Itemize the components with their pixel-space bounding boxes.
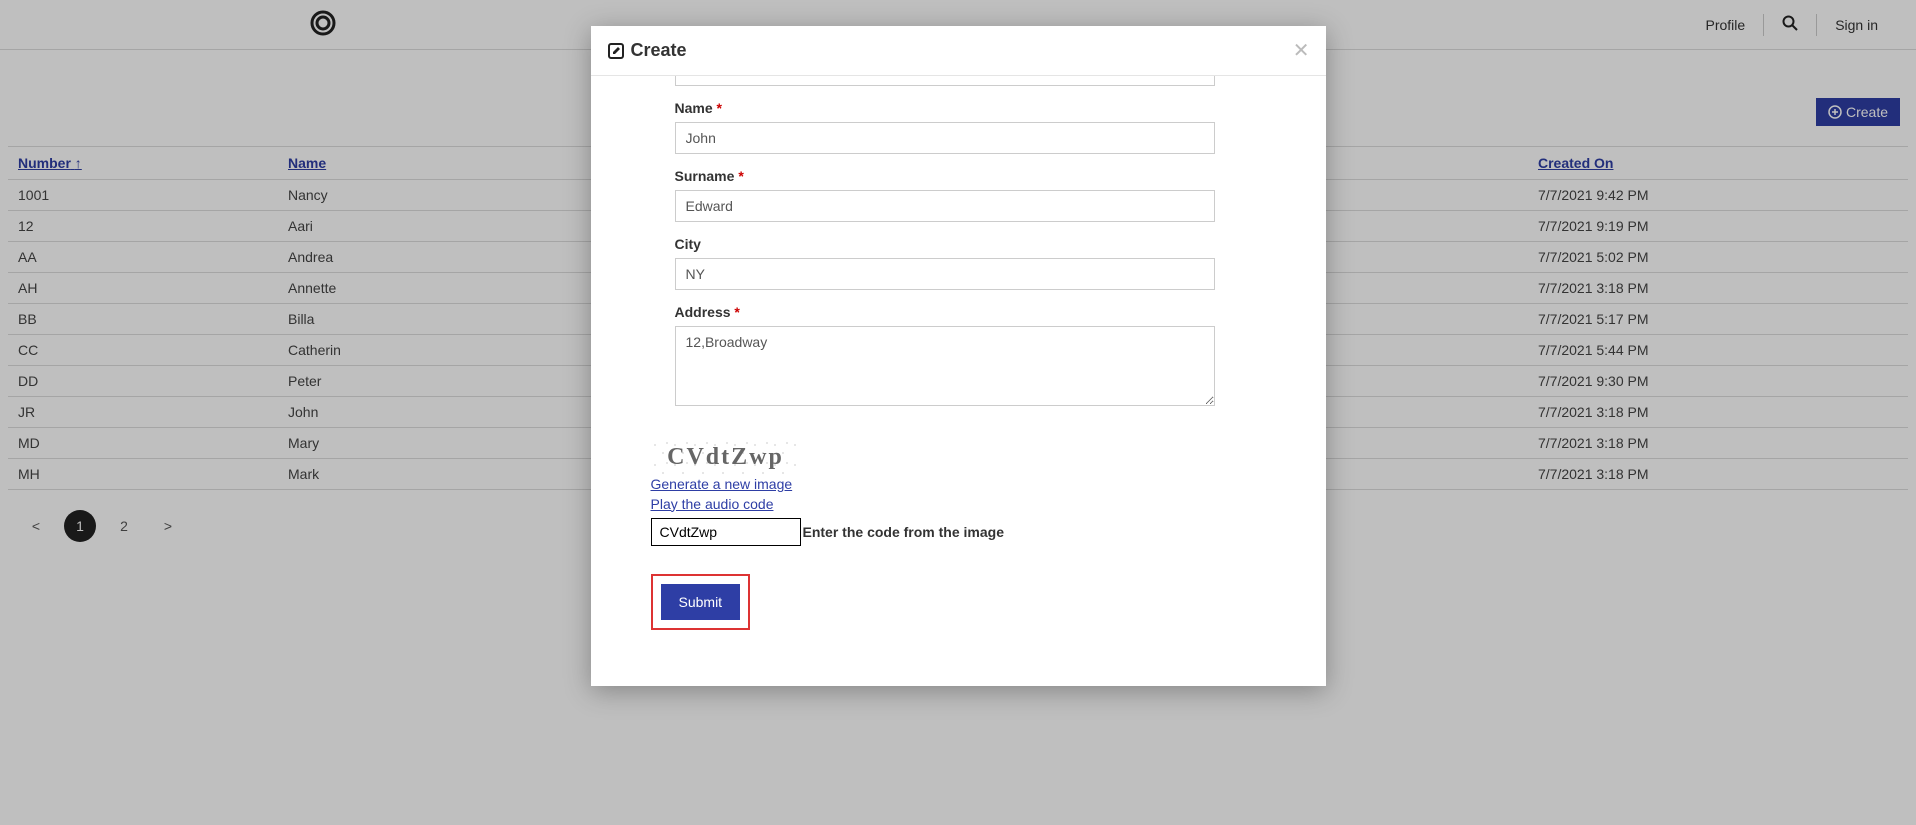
name-label: Name *: [675, 100, 1254, 116]
city-input[interactable]: [675, 258, 1215, 290]
submit-highlight: Submit: [651, 574, 751, 630]
modal-title-text: Create: [631, 40, 687, 61]
close-icon[interactable]: ✕: [1293, 38, 1310, 63]
captcha-regen-link[interactable]: Generate a new image: [651, 475, 1278, 495]
captcha-audio-link[interactable]: Play the audio code: [651, 495, 1278, 515]
modal-header: Create ✕: [591, 26, 1326, 76]
submit-button[interactable]: Submit: [661, 584, 741, 620]
city-label: City: [675, 236, 1254, 252]
modal-scroll[interactable]: 102 Name * Surname * City Address * 12,B…: [591, 76, 1326, 686]
address-input[interactable]: 12,Broadway: [675, 326, 1215, 406]
number-input-partial[interactable]: 102: [675, 76, 1215, 86]
surname-input[interactable]: [675, 190, 1215, 222]
captcha-instruction: Enter the code from the image: [803, 524, 1004, 540]
create-modal: Create ✕ 102 Name * Surname * City: [591, 26, 1326, 686]
address-label: Address *: [675, 304, 1254, 320]
edit-icon: [607, 42, 625, 60]
captcha-input[interactable]: [651, 518, 801, 546]
name-input[interactable]: [675, 122, 1215, 154]
modal-overlay: Create ✕ 102 Name * Surname * City: [0, 0, 1916, 825]
captcha-image: CVdtZwp: [651, 439, 801, 475]
surname-label: Surname *: [675, 168, 1254, 184]
